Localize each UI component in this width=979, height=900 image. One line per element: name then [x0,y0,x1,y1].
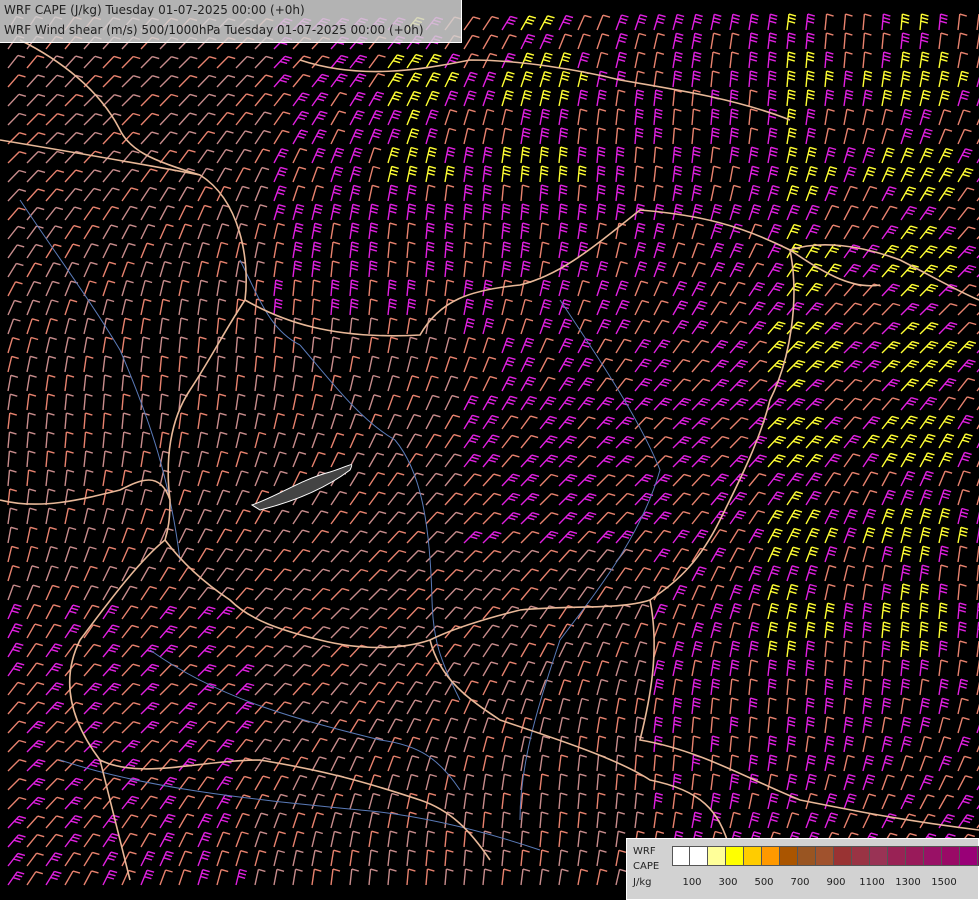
legend-label-cape: CAPE [633,861,660,872]
map-canvas[interactable] [0,0,979,900]
legend-swatch [780,846,798,866]
legend-tick-label: 900 [826,877,846,888]
legend-tick-label: 1300 [895,877,921,888]
legend-swatch [726,846,744,866]
legend-label-unit: J/kg [633,877,652,888]
legend-swatch [816,846,834,866]
legend-label-wrf: WRF [633,846,656,857]
legend-tick-label: 1500 [931,877,957,888]
legend-swatch [744,846,762,866]
legend-swatch [708,846,726,866]
legend-swatches [672,846,979,866]
legend-tick-label: 300 [718,877,738,888]
legend-tick-label: 100 [682,877,702,888]
legend-swatch [888,846,906,866]
legend-tick-label: 700 [790,877,810,888]
legend-swatch [870,846,888,866]
title-box: WRF CAPE (J/kg) Tuesday 01-07-2025 00:00… [0,0,462,43]
cape-legend: WRF CAPE J/kg 100 300 500 700 900 1100 1300 150… [626,838,979,900]
legend-swatch [942,846,960,866]
legend-swatch [834,846,852,866]
legend-swatch [672,846,690,866]
legend-swatch [852,846,870,866]
legend-swatch [798,846,816,866]
legend-swatch [690,846,708,866]
legend-swatch [924,846,942,866]
wind-shear-title: WRF Wind shear (m/s) 500/1000hPa Tuesday… [4,23,424,37]
legend-swatch [906,846,924,866]
legend-tick-label: 500 [754,877,774,888]
cape-title: WRF CAPE (J/kg) Tuesday 01-07-2025 00:00… [4,3,305,17]
legend-swatch [960,846,978,866]
legend-swatch [762,846,780,866]
legend-tick-label: 1100 [859,877,885,888]
